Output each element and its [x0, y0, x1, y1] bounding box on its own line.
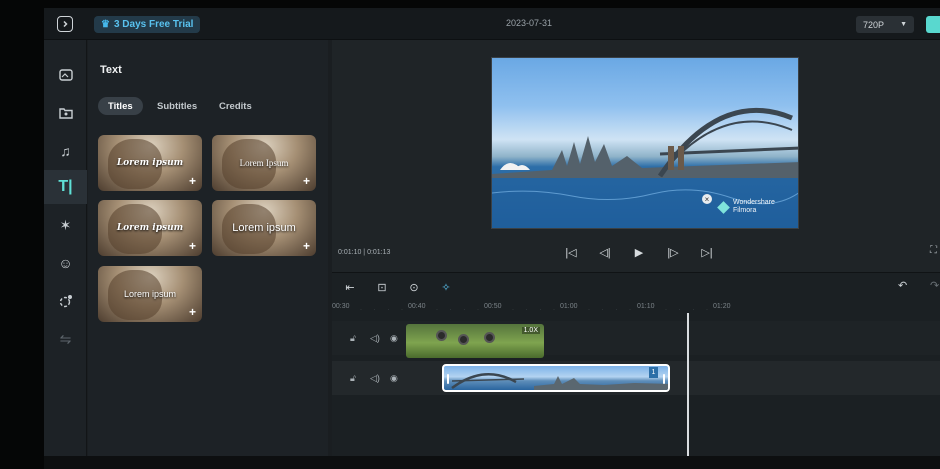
template-caption: Lorem ipsum [123, 289, 177, 299]
template-caption: Lorem Ipsum [239, 158, 289, 168]
close-watermark-icon[interactable]: × [702, 194, 712, 204]
eye-icon[interactable]: ◉ [390, 373, 398, 384]
tab-subtitles[interactable]: Subtitles [157, 97, 197, 115]
home-icon[interactable] [57, 16, 73, 32]
crown-icon: ♛ [101, 19, 110, 30]
video-preview[interactable]: × Wondershare Filmora [491, 57, 799, 229]
lock-icon[interactable]: 🔓︎ [350, 373, 356, 384]
tab-titles[interactable]: Titles [98, 97, 143, 115]
media-glyph [58, 69, 73, 81]
folder-glyph [58, 108, 73, 119]
template-caption: Lorem ipsum [116, 223, 184, 233]
video-clip-harbour-bridge[interactable]: 1 [442, 364, 670, 392]
trim-handle-left[interactable] [447, 374, 449, 384]
timeline-panel: ⇤ ⊡ ⊙ ✧ ↶ ↷ 00:30 · · · · 00:40 · · · · … [332, 272, 940, 456]
ruler-label: 01:10 [637, 303, 655, 310]
add-icon[interactable]: + [303, 239, 310, 253]
fullscreen-icon[interactable]: ⛶ [930, 245, 937, 256]
left-rail: ♫ T| ✶ ☺ ⇋ [44, 40, 87, 456]
free-trial-button[interactable]: ♛ 3 Days Free Trial [94, 16, 201, 33]
effects-icon[interactable]: ✶ [44, 208, 87, 242]
clip-frame-detail [436, 330, 447, 341]
eye-icon[interactable]: ◉ [390, 333, 398, 344]
speed-badge: 1.0X [521, 327, 540, 334]
template-caption: Lorem ipsum [116, 158, 184, 168]
ruler-label: 00:40 [408, 303, 426, 310]
transitions-icon[interactable] [44, 284, 87, 318]
time-ruler[interactable]: 00:30 · · · · 00:40 · · · · 00:50 · · · … [332, 303, 940, 317]
export-button[interactable] [926, 16, 940, 33]
title-template-card[interactable]: Lorem ipsum + [98, 266, 202, 322]
text-panel: Text Titles Subtitles Credits Lorem ipsu… [88, 40, 328, 456]
audio-icon[interactable]: ♫ [44, 134, 87, 168]
title-template-card[interactable]: Lorem ipsum + [98, 200, 202, 256]
next-frame-icon[interactable]: |▷ [662, 241, 684, 263]
clip-thumbnail [451, 373, 668, 390]
watermark-line-1: Wondershare [733, 199, 775, 206]
play-icon[interactable]: ▶ [628, 241, 650, 263]
mute-icon[interactable]: ◁) [370, 373, 380, 384]
ruler-label: 00:50 [484, 303, 502, 310]
ruler-ticks: · · · · [360, 307, 408, 313]
playhead[interactable] [687, 313, 689, 456]
project-title: 2023-07-31 [506, 18, 553, 28]
tab-credits[interactable]: Credits [219, 97, 252, 115]
watermark-text: Wondershare Filmora [733, 199, 775, 215]
stickers-icon[interactable]: ☺ [44, 246, 87, 280]
video-clip-rc-car[interactable]: 1.0X [406, 324, 544, 358]
title-template-card[interactable]: Lorem ipsum + [212, 200, 316, 256]
media-icon[interactable] [44, 58, 87, 92]
mute-icon[interactable]: ◁) [370, 333, 380, 344]
top-bar: ♛ 3 Days Free Trial 2023-07-31 720P ▼ [44, 8, 940, 40]
stock-media-icon[interactable] [44, 96, 87, 130]
split-icon[interactable]: ⇤ [340, 277, 360, 297]
editor-window: ♛ 3 Days Free Trial 2023-07-31 720P ▼ ♫ … [44, 8, 940, 456]
crop-icon[interactable]: ⊡ [372, 277, 392, 297]
timecode: 0:01:10 | 0:01:13 [338, 249, 391, 256]
redo-icon[interactable]: ↷ [930, 279, 939, 292]
panel-title: Text [100, 64, 122, 76]
clip-marker-badge: 1 [649, 367, 658, 378]
more-icon[interactable]: ⇋ [44, 322, 87, 356]
prev-frame-icon[interactable]: ◁| [594, 241, 616, 263]
add-icon[interactable]: + [189, 174, 196, 188]
ruler-label: 01:20 [713, 303, 731, 310]
trial-label: 3 Days Free Trial [113, 19, 194, 30]
transition-glyph [59, 295, 72, 308]
add-icon[interactable]: + [303, 174, 310, 188]
skip-end-icon[interactable]: ▷| [696, 241, 718, 263]
ruler-label: 00:30 [332, 303, 350, 310]
preview-panel: × Wondershare Filmora 0:01:10 | 0:01:13 … [332, 40, 940, 272]
clip-frame-detail [458, 334, 469, 345]
undo-icon[interactable]: ↶ [898, 279, 907, 292]
template-caption: Lorem ipsum [232, 222, 296, 234]
ruler-label: 01:00 [560, 303, 578, 310]
watermark-line-2: Filmora [733, 207, 757, 214]
watermark: Wondershare Filmora [717, 199, 775, 215]
ai-tools-icon[interactable]: ✧ [436, 277, 456, 297]
ruler-ticks: · · · · [588, 307, 636, 313]
ruler-ticks: · · · · [665, 307, 713, 313]
resolution-value: 720P [863, 19, 885, 30]
clip-frame-detail [484, 332, 495, 343]
ruler-ticks: · · · · [436, 307, 484, 313]
trim-handle-right[interactable] [663, 374, 665, 384]
add-icon[interactable]: + [189, 239, 196, 253]
text-icon[interactable]: T| [44, 170, 87, 204]
resolution-dropdown[interactable]: 720P ▼ [856, 16, 914, 33]
filmora-logo-icon [717, 200, 730, 214]
ruler-ticks: · · · · [512, 307, 560, 313]
speed-icon[interactable]: ⊙ [404, 277, 424, 297]
skip-start-icon[interactable]: |◁ [560, 241, 582, 263]
title-template-card[interactable]: Lorem ipsum + [98, 135, 202, 191]
chevron-down-icon: ▼ [900, 21, 907, 28]
home-glyph [63, 20, 68, 28]
title-template-card[interactable]: Lorem Ipsum + [212, 135, 316, 191]
add-icon[interactable]: + [189, 305, 196, 319]
lock-icon[interactable]: 🔓︎ [350, 333, 356, 344]
